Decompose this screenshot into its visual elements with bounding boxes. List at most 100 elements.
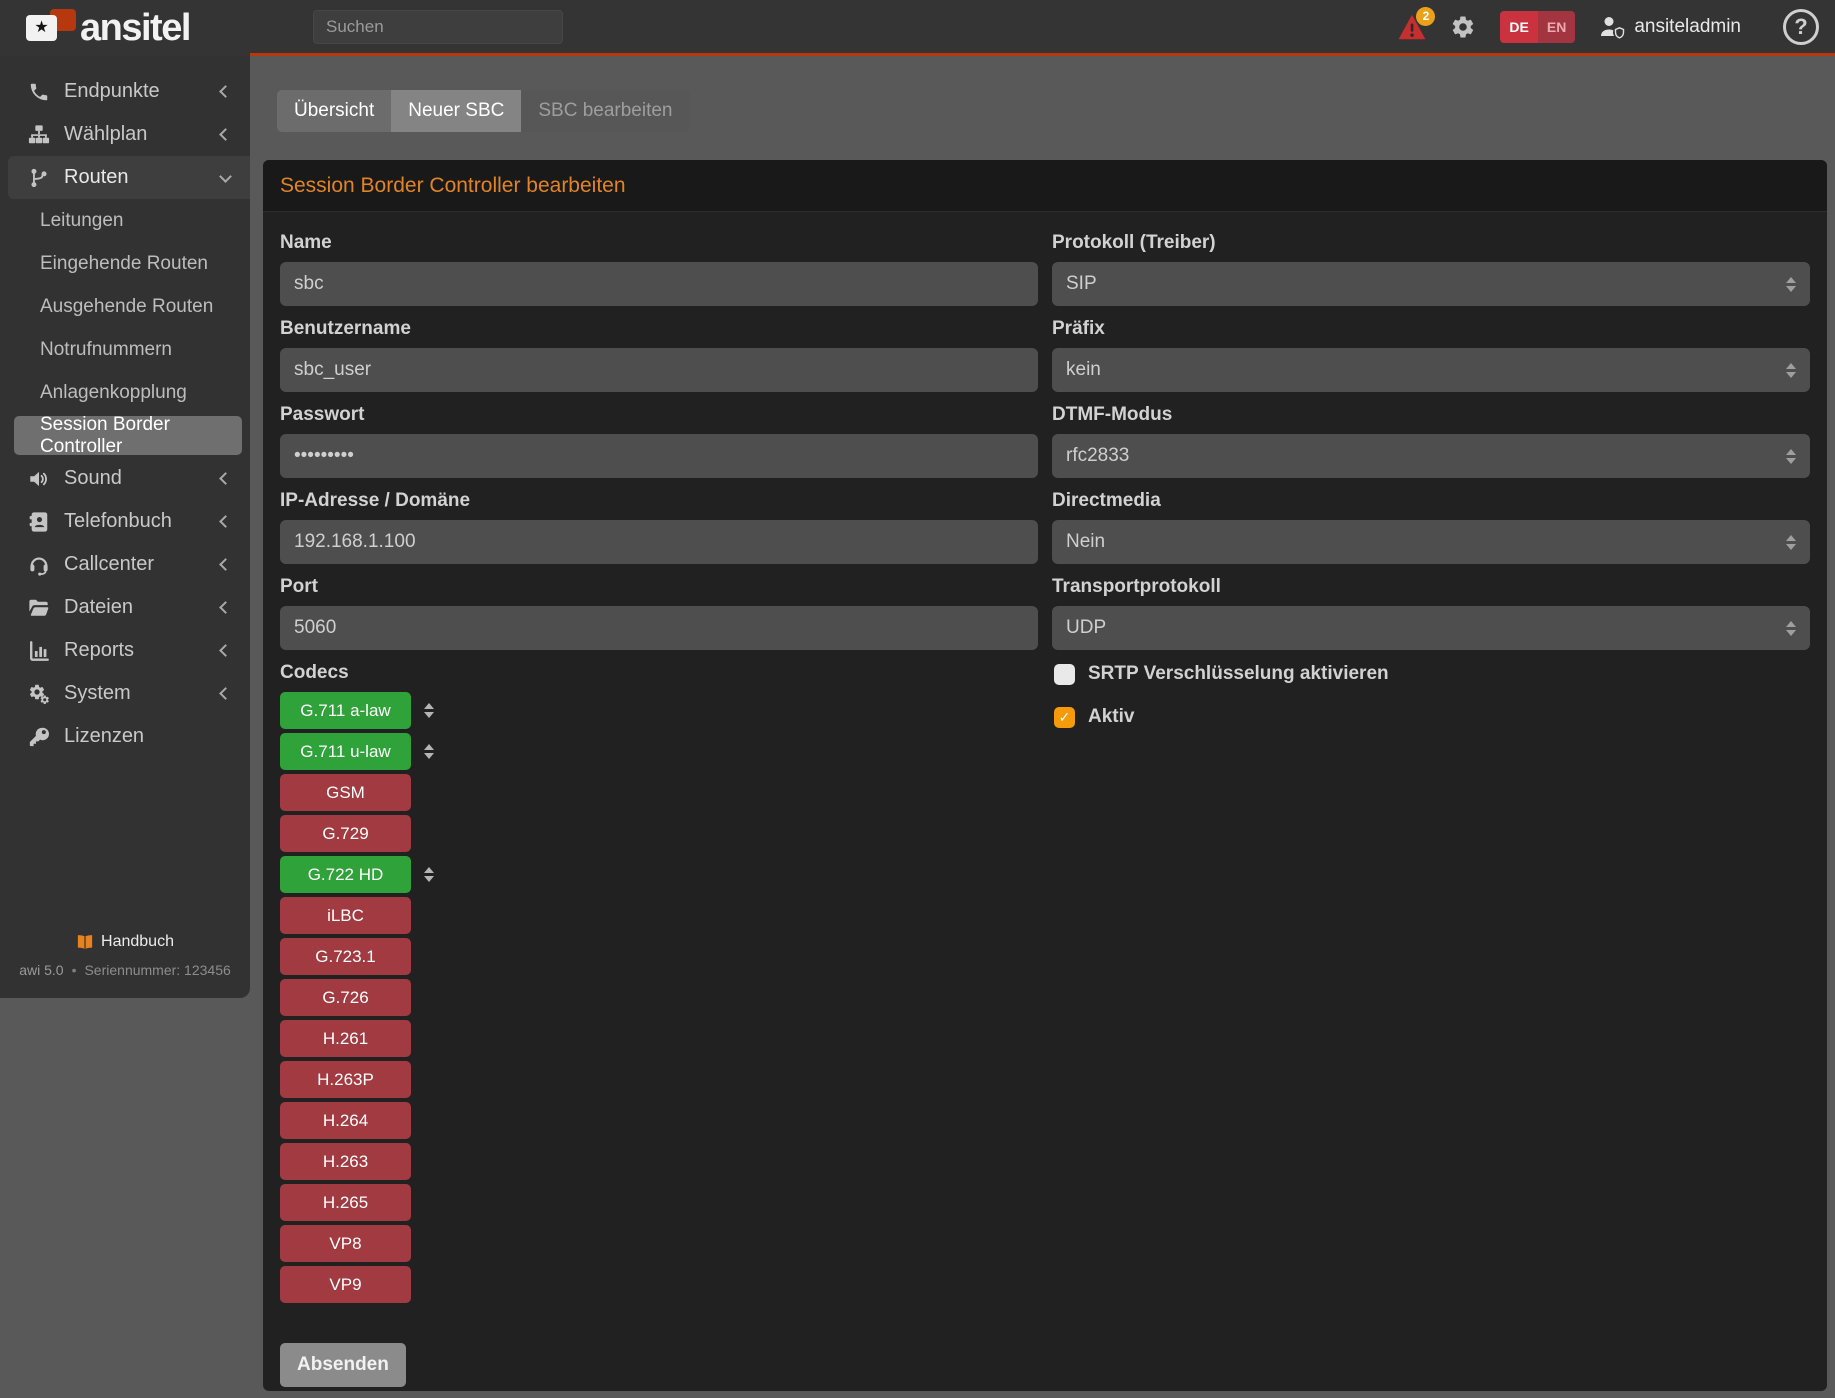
handbuch-link[interactable]: Handbuch <box>0 933 250 951</box>
sidebar-item-waehlplan[interactable]: Wählplan <box>0 113 250 156</box>
codec-button[interactable]: G.729 <box>280 815 411 852</box>
codec-button[interactable]: G.726 <box>280 979 411 1016</box>
settings-gear-icon[interactable] <box>1450 14 1476 40</box>
srtp-label: SRTP Verschlüsselung aktivieren <box>1088 663 1389 685</box>
sort-handle-icon[interactable] <box>424 867 434 882</box>
chevron-left-icon <box>219 601 232 614</box>
chevron-left-icon <box>219 687 232 700</box>
directmedia-select[interactable]: Nein <box>1052 520 1810 564</box>
headset-icon <box>26 554 52 576</box>
submenu-item-anlagenkopplung[interactable]: Anlagenkopplung <box>0 371 250 414</box>
version-info: awi 5.0 • Seriennummer: 123456 <box>0 962 250 978</box>
address-book-icon <box>26 511 52 533</box>
form-left-column: Name Benutzername Passwort IP-Adresse / … <box>280 232 1038 1387</box>
sidebar-item-dateien[interactable]: Dateien <box>0 586 250 629</box>
protocol-select[interactable]: SIP <box>1052 262 1810 306</box>
codec-button[interactable]: H.263 <box>280 1143 411 1180</box>
codec-button[interactable]: G.723.1 <box>280 938 411 975</box>
srtp-checkbox[interactable] <box>1054 664 1075 685</box>
language-switch: DE EN <box>1500 11 1575 43</box>
chevron-left-icon <box>219 85 232 98</box>
codecs-label: Codecs <box>280 662 1038 684</box>
transport-select[interactable]: UDP <box>1052 606 1810 650</box>
warning-icon[interactable]: 2 <box>1398 14 1426 40</box>
codec-button[interactable]: GSM <box>280 774 411 811</box>
sidebar-item-label: System <box>64 682 131 705</box>
folder-open-icon <box>26 597 52 619</box>
sidebar-item-lizenzen[interactable]: Lizenzen <box>0 715 250 758</box>
submenu-item-notrufnummern[interactable]: Notrufnummern <box>0 328 250 371</box>
sbc-edit-panel: Session Border Controller bearbeiten Nam… <box>263 160 1827 1391</box>
user-menu[interactable]: ansiteladmin <box>1599 15 1741 39</box>
sidebar-item-label: Wählplan <box>64 123 147 146</box>
sidebar-item-system[interactable]: System <box>0 672 250 715</box>
chevron-left-icon <box>219 128 232 141</box>
sidebar-item-callcenter[interactable]: Callcenter <box>0 543 250 586</box>
accent-divider <box>250 53 1835 56</box>
codec-button[interactable]: H.265 <box>280 1184 411 1221</box>
codec-button[interactable]: G.711 u-law <box>280 733 411 770</box>
codec-button[interactable]: G.711 a-law <box>280 692 411 729</box>
sort-handle-icon[interactable] <box>424 744 434 759</box>
submenu-item-eingehende-routen[interactable]: Eingehende Routen <box>0 242 250 285</box>
main-content: Übersicht Neuer SBC SBC bearbeiten Sessi… <box>250 56 1835 1398</box>
lang-en-button[interactable]: EN <box>1538 11 1575 43</box>
bar-chart-icon <box>26 640 52 662</box>
username-field[interactable] <box>280 348 1038 392</box>
routen-submenu: Leitungen Eingehende Routen Ausgehende R… <box>0 199 250 455</box>
form-right-column: Protokoll (Treiber) SIP Präfix kein DTMF… <box>1052 232 1810 1387</box>
aktiv-checkbox[interactable]: ✓ <box>1054 707 1075 728</box>
name-field[interactable] <box>280 262 1038 306</box>
lang-de-button[interactable]: DE <box>1500 11 1537 43</box>
ip-field[interactable] <box>280 520 1038 564</box>
username-label: ansiteladmin <box>1634 16 1741 38</box>
sidebar-item-label: Endpunkte <box>64 80 160 103</box>
chevron-left-icon <box>219 558 232 571</box>
submit-button[interactable]: Absenden <box>280 1343 406 1387</box>
sidebar-item-routen[interactable]: Routen <box>8 156 250 199</box>
brand-logo[interactable]: ★ ansitel <box>0 0 250 56</box>
submenu-item-leitungen[interactable]: Leitungen <box>0 199 250 242</box>
sidebar-item-reports[interactable]: Reports <box>0 629 250 672</box>
directmedia-label: Directmedia <box>1052 490 1810 512</box>
sidebar-item-label: Lizenzen <box>64 725 144 748</box>
tab-bar: Übersicht Neuer SBC SBC bearbeiten <box>277 90 690 132</box>
aktiv-label: Aktiv <box>1088 706 1134 728</box>
help-icon[interactable]: ? <box>1783 9 1819 45</box>
tab-neuer-sbc[interactable]: Neuer SBC <box>391 90 521 132</box>
prefix-select[interactable]: kein <box>1052 348 1810 392</box>
sidebar: ★ ansitel Endpunkte Wählplan Routen <box>0 0 250 998</box>
warning-count-badge: 2 <box>1416 7 1435 26</box>
sidebar-nav: Endpunkte Wählplan Routen Leitungen Eing… <box>0 56 250 933</box>
select-arrows-icon <box>1786 449 1796 464</box>
sort-handle-icon[interactable] <box>424 703 434 718</box>
chevron-left-icon <box>219 472 232 485</box>
submenu-item-session-border-controller[interactable]: Session Border Controller <box>14 416 242 455</box>
port-field[interactable] <box>280 606 1038 650</box>
username-label: Benutzername <box>280 318 1038 340</box>
codec-button[interactable]: G.722 HD <box>280 856 411 893</box>
codec-button[interactable]: H.264 <box>280 1102 411 1139</box>
code-branch-icon <box>26 167 52 189</box>
submenu-item-ausgehende-routen[interactable]: Ausgehende Routen <box>0 285 250 328</box>
search-input[interactable] <box>313 10 563 44</box>
sidebar-item-sound[interactable]: Sound <box>0 457 250 500</box>
transport-label: Transportprotokoll <box>1052 576 1810 598</box>
ip-label: IP-Adresse / Domäne <box>280 490 1038 512</box>
codec-button[interactable]: H.261 <box>280 1020 411 1057</box>
sidebar-item-endpunkte[interactable]: Endpunkte <box>0 70 250 113</box>
dtmf-select[interactable]: rfc2833 <box>1052 434 1810 478</box>
volume-icon <box>26 468 52 490</box>
tab-uebersicht[interactable]: Übersicht <box>277 90 391 132</box>
book-icon <box>76 934 94 951</box>
codec-button[interactable]: H.263P <box>280 1061 411 1098</box>
codec-button[interactable]: iLBC <box>280 897 411 934</box>
codec-button[interactable]: VP9 <box>280 1266 411 1303</box>
codec-button[interactable]: VP8 <box>280 1225 411 1262</box>
prefix-label: Präfix <box>1052 318 1810 340</box>
phone-icon <box>26 81 52 103</box>
sidebar-item-telefonbuch[interactable]: Telefonbuch <box>0 500 250 543</box>
sidebar-footer: Handbuch awi 5.0 • Seriennummer: 123456 <box>0 933 250 998</box>
panel-title: Session Border Controller bearbeiten <box>280 174 626 198</box>
password-field[interactable] <box>280 434 1038 478</box>
